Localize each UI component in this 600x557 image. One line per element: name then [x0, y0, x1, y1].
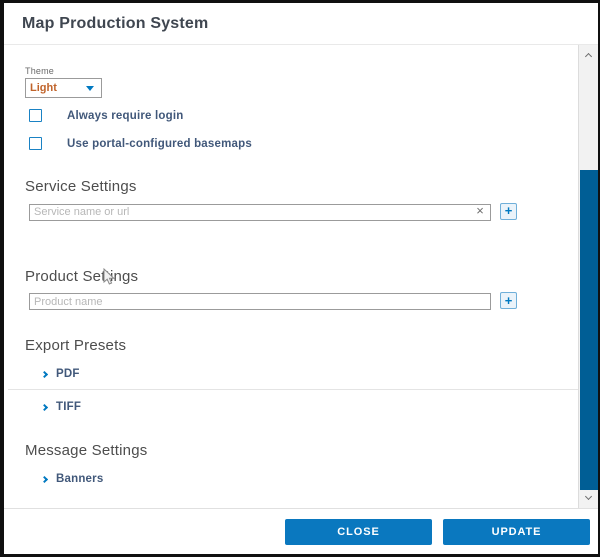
- pdf-label: PDF: [56, 368, 80, 380]
- vertical-scrollbar[interactable]: [578, 45, 598, 508]
- portal-basemaps-checkbox[interactable]: [29, 137, 42, 150]
- scrollbar-thumb[interactable]: [580, 170, 598, 490]
- theme-selected-value: Light: [30, 82, 57, 94]
- chevron-right-icon: [41, 475, 48, 482]
- chevron-right-icon: [41, 403, 48, 410]
- chevron-right-icon: [41, 370, 48, 377]
- scroll-up-button[interactable]: [579, 47, 598, 63]
- dialog-footer: CLOSE UPDATE: [4, 508, 598, 554]
- tiff-label: TIFF: [56, 401, 81, 413]
- add-service-button[interactable]: +: [500, 203, 517, 220]
- portal-basemaps-row: Use portal-configured basemaps: [29, 137, 558, 150]
- title-bar: Map Production System: [4, 3, 598, 45]
- banners-label: Banners: [56, 473, 103, 485]
- theme-select[interactable]: Light: [25, 78, 102, 98]
- update-button[interactable]: UPDATE: [443, 519, 590, 545]
- product-input-row: +: [29, 292, 558, 311]
- portal-basemaps-label: Use portal-configured basemaps: [67, 138, 252, 150]
- product-input-wrap: [29, 292, 491, 311]
- tiff-expander[interactable]: TIFF: [42, 401, 558, 413]
- chevron-down-icon: [585, 493, 592, 500]
- add-product-button[interactable]: +: [500, 292, 517, 309]
- service-settings-heading: Service Settings: [25, 178, 558, 195]
- divider: [8, 389, 583, 390]
- map-production-system-dialog: Map Production System Theme Light Always…: [0, 0, 600, 557]
- settings-content: Theme Light Always require login Use por…: [4, 45, 598, 485]
- clear-icon[interactable]: ×: [473, 203, 487, 218]
- service-name-input[interactable]: [29, 204, 491, 221]
- banners-expander[interactable]: Banners: [42, 473, 558, 485]
- chevron-up-icon: [585, 53, 592, 60]
- message-settings-heading: Message Settings: [25, 442, 558, 459]
- always-require-login-row: Always require login: [29, 109, 558, 122]
- dialog-body: Theme Light Always require login Use por…: [4, 45, 598, 508]
- service-input-row: × +: [29, 202, 558, 221]
- theme-label: Theme: [25, 66, 558, 76]
- scroll-down-button[interactable]: [579, 490, 598, 506]
- always-require-login-label: Always require login: [67, 110, 183, 122]
- product-name-input[interactable]: [29, 293, 491, 310]
- always-require-login-checkbox[interactable]: [29, 109, 42, 122]
- close-button[interactable]: CLOSE: [285, 519, 432, 545]
- product-settings-heading: Product Settings: [25, 268, 558, 285]
- dialog-title: Map Production System: [22, 15, 208, 33]
- export-presets-heading: Export Presets: [25, 337, 558, 354]
- caret-down-icon: [86, 86, 94, 91]
- service-input-wrap: ×: [29, 202, 491, 221]
- pdf-expander[interactable]: PDF: [42, 368, 558, 380]
